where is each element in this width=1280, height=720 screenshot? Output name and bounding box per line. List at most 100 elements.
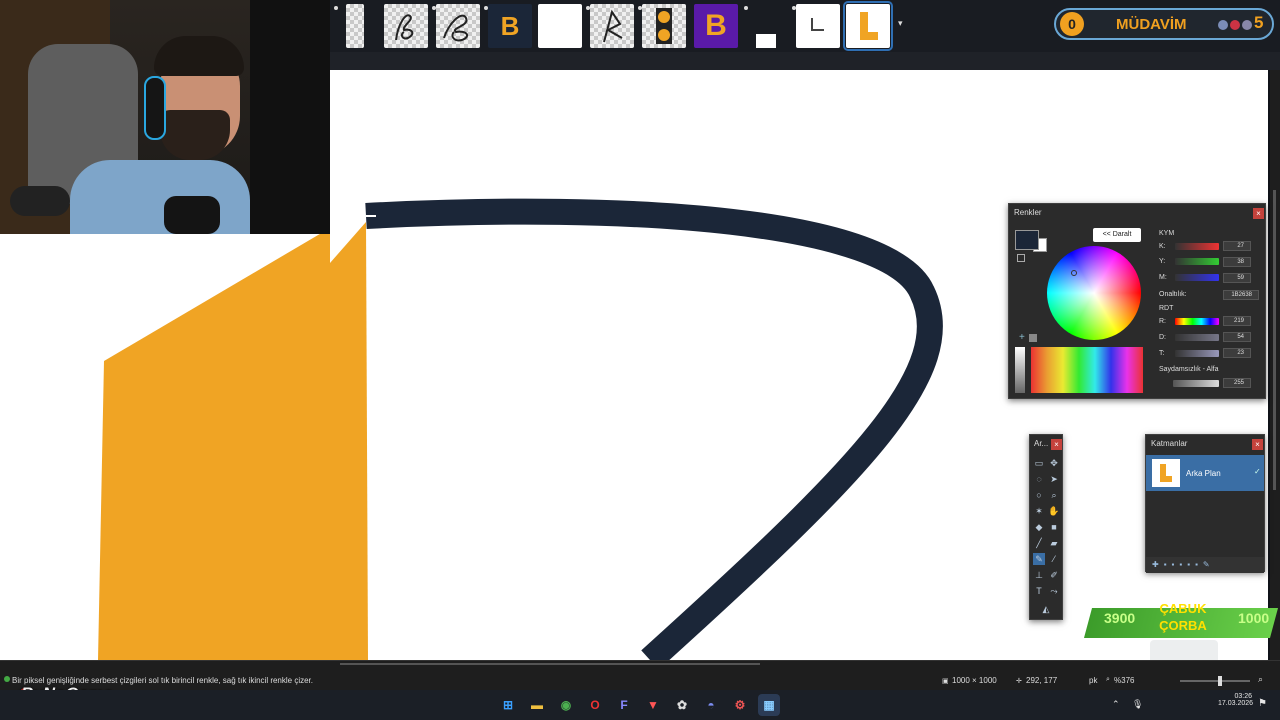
image-thumbnail-11-active[interactable] [843,1,893,51]
unit-selector[interactable]: pk [1089,676,1097,685]
file-explorer-icon[interactable]: ▬ [526,694,548,716]
y-value[interactable]: 38 [1223,257,1251,267]
m-value[interactable]: 59 [1223,273,1251,283]
alpha-slider[interactable] [1173,380,1219,387]
zoom-tool-icon[interactable]: ⌕ [1048,489,1060,501]
colors-panel-close-button[interactable]: × [1253,208,1264,219]
microphone [164,196,220,234]
zoom-slider[interactable] [1180,676,1250,686]
app-settings-icon[interactable]: ⚙ [729,694,751,716]
viewer-badge: 0 MÜDAVİM 5 [1054,8,1274,40]
clock[interactable]: 03:26 17.03.2026 [1218,693,1253,707]
gradient-tool-icon[interactable]: ■ [1048,521,1060,533]
image-thumbnail-2[interactable] [384,4,428,48]
app-f-icon[interactable]: F [613,694,635,716]
colors-panel: Renkler × << Daralt + KYM K: 27 Y: 38 M:… [1008,203,1266,399]
d-value[interactable]: 54 [1223,332,1251,342]
brave-icon[interactable]: ▼ [642,694,664,716]
alpha-value[interactable]: 255 [1223,378,1251,388]
lasso-select-tool-icon[interactable]: ◌ [1033,473,1045,485]
badge-name: MÜDAVİM [1116,16,1187,33]
k-value[interactable]: 27 [1223,241,1251,251]
r-value[interactable]: 219 [1223,316,1251,326]
m-slider[interactable] [1175,274,1219,281]
line-curve-tool-icon[interactable]: ⤳ [1048,585,1060,597]
pencil-tool-icon-active[interactable]: ✎ [1033,553,1045,565]
move-selection-tool-icon[interactable]: ✥ [1048,457,1060,469]
layer-thumbnail [1152,459,1180,487]
start-button-icon[interactable]: ⊞ [497,694,519,716]
color-wheel[interactable] [1047,246,1141,340]
hex-value[interactable]: 1B2638 [1223,290,1259,300]
t-value[interactable]: 23 [1223,348,1251,358]
tools-panel-close-button[interactable]: × [1051,439,1062,450]
clone-stamp-tool-icon[interactable]: ⊥ [1033,569,1045,581]
colors-panel-title: Renkler [1014,208,1042,217]
image-thumbnail-4[interactable]: B [488,4,532,48]
discord-icon[interactable]: ◓ [700,694,722,716]
move-selected-tool-icon[interactable]: ➤ [1048,473,1060,485]
promo-right-amount: 1000 [1238,610,1270,626]
color-picker-tool-icon[interactable]: ⁄ [1048,553,1060,565]
layer-visible-checkbox-icon[interactable]: ✓ [1254,467,1261,476]
add-to-palette-icon[interactable]: + [1019,332,1025,343]
collapse-button[interactable]: << Daralt [1093,228,1141,242]
magic-wand-tool-icon[interactable]: ✶ [1033,505,1045,517]
layer-toolbar: ✚▪▪▪▪▪✎ [1146,557,1264,573]
image-thumbnail-1[interactable] [346,4,364,48]
tray-chevron-icon[interactable]: ⌃ [1112,699,1120,710]
notification-icon[interactable]: ⚑ [1258,698,1267,709]
chatgpt-icon[interactable]: ✿ [671,694,693,716]
reset-colors-icon[interactable] [1017,254,1025,262]
shapes-tool-icon[interactable]: ◭ [1040,603,1052,615]
orange-shape [98,234,330,660]
paintbrush-tool-icon[interactable]: ╱ [1033,537,1045,549]
image-thumbnail-3[interactable] [436,4,480,48]
primary-color-swatch[interactable] [1015,230,1039,250]
drawing-canvas-left[interactable] [0,234,330,660]
color-wheel-picker[interactable] [1071,270,1077,276]
zoom-in-icon[interactable]: ⌕ [1258,674,1263,685]
palette-menu-icon[interactable] [1029,334,1037,342]
tab-list-chevron-icon[interactable]: ▾ [898,18,903,29]
k-slider[interactable] [1175,243,1219,250]
t-slider[interactable] [1175,350,1219,357]
opera-icon[interactable]: O [584,694,606,716]
d-slider[interactable] [1175,334,1219,341]
pan-tool-icon[interactable]: ✋ [1048,505,1060,517]
ellipse-select-tool-icon[interactable]: ○ [1033,489,1045,501]
rectangle-select-tool-icon[interactable]: ▭ [1033,457,1045,469]
image-thumbnail-9[interactable] [756,34,776,48]
add-layer-icon[interactable]: ✚ [1152,560,1164,569]
move-down-icon[interactable]: ▪ [1195,560,1203,569]
grey-palette[interactable] [1015,347,1025,393]
move-up-icon[interactable]: ▪ [1187,560,1195,569]
vertical-scrollbar[interactable] [1270,70,1280,660]
orange-shape [330,222,368,660]
image-thumbnail-8[interactable]: B [694,4,738,48]
image-thumbnail-6[interactable] [590,4,634,48]
eraser-tool-icon[interactable]: ▰ [1048,537,1060,549]
zoom-level[interactable]: %376 [1114,676,1134,685]
paint-bucket-tool-icon[interactable]: ◆ [1033,521,1045,533]
microphone-tray-icon[interactable]: 🎙 [1132,699,1143,710]
image-thumbnail-5[interactable] [538,4,582,48]
r-slider[interactable] [1175,318,1219,325]
toolbar-area [330,52,1280,70]
layer-properties-icon[interactable]: ✎ [1203,560,1215,569]
horizontal-scrollbar[interactable] [340,663,760,665]
paintnet-taskbar-icon[interactable]: ▦ [758,694,780,716]
image-thumbnail-7[interactable] [642,4,686,48]
layer-row[interactable]: Arka Plan ✓ [1146,455,1264,491]
delete-layer-icon[interactable]: ▪ [1164,560,1172,569]
webcam-overlay [0,0,330,234]
y-slider[interactable] [1175,258,1219,265]
palette-swatches[interactable] [1031,347,1143,393]
chrome-icon[interactable]: ◉ [555,694,577,716]
layers-panel-close-button[interactable]: × [1252,439,1263,450]
image-size: 1000 × 1000 [952,676,997,685]
zoom-slider-thumb[interactable] [1218,676,1222,686]
image-thumbnail-10[interactable] [796,4,840,48]
recolor-tool-icon[interactable]: ✐ [1048,569,1060,581]
text-tool-icon[interactable]: T [1033,585,1045,597]
